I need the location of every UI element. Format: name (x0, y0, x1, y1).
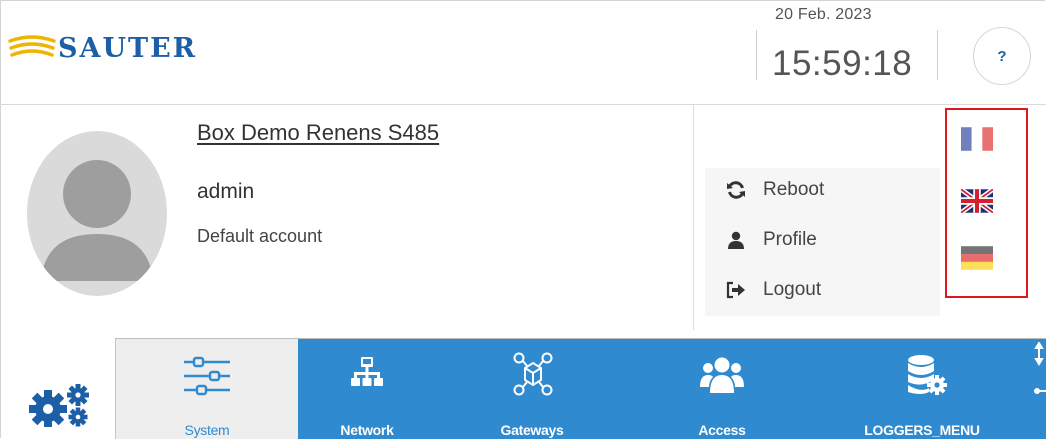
network-icon (351, 357, 383, 386)
german-flag-icon[interactable] (961, 246, 993, 270)
sauter-wave-icon (8, 35, 56, 57)
header-divider (756, 30, 757, 80)
main-nav: System Network Gateways Access LOGGERS_M… (115, 338, 1046, 439)
tab-access-label: Access (698, 422, 746, 438)
account-type: Default account (197, 226, 323, 246)
tab-network[interactable]: Network (297, 339, 437, 439)
avatar-silhouette-icon (41, 160, 153, 281)
gateway-icon (513, 352, 553, 396)
tab-loggers-menu-label: LOGGERS_MENU (864, 422, 980, 438)
tab-gateways-label: Gateways (500, 422, 564, 438)
tab-network-label: Network (340, 422, 394, 438)
sliders-icon (184, 356, 230, 396)
current-time: 15:59:18 (772, 44, 913, 83)
database-gear-icon (908, 355, 947, 395)
current-date: 20 Feb. 2023 (775, 6, 872, 23)
help-icon: ? (997, 47, 1007, 65)
user-icon (725, 229, 747, 251)
header: SAUTER 20 Feb. 2023 15:59:18 ? (0, 0, 1046, 105)
help-button[interactable]: ? (973, 27, 1031, 85)
tab-system-label: System (184, 422, 230, 438)
nav-scroll-arrow-icon[interactable] (1034, 342, 1046, 402)
profile-button[interactable]: Profile (725, 229, 817, 251)
language-selector (945, 108, 1028, 298)
avatar (27, 131, 167, 296)
account-actions: Reboot Profile Logout (705, 168, 940, 316)
username: admin (197, 180, 255, 203)
tab-gateways[interactable]: Gateways (437, 339, 627, 439)
reboot-icon (725, 179, 747, 201)
tab-loggers-menu[interactable]: LOGGERS_MENU (817, 339, 1027, 439)
logout-label: Logout (763, 279, 822, 300)
logout-button[interactable]: Logout (725, 279, 821, 301)
settings-gears-icon[interactable] (26, 383, 94, 432)
french-flag-icon[interactable] (961, 127, 993, 151)
users-icon (700, 357, 744, 393)
tab-access[interactable]: Access (627, 339, 817, 439)
uk-flag-icon[interactable] (961, 189, 993, 213)
tab-system[interactable]: System (115, 339, 298, 439)
logo-text: SAUTER (58, 32, 198, 64)
reboot-button[interactable]: Reboot (725, 179, 824, 201)
profile-label: Profile (763, 229, 817, 250)
reboot-label: Reboot (763, 179, 825, 200)
device-name-link[interactable]: Box Demo Renens S485 (197, 120, 439, 146)
sauter-logo[interactable]: SAUTER (8, 28, 197, 68)
logout-icon (725, 279, 747, 301)
profile-divider (693, 105, 694, 330)
header-divider (937, 30, 938, 80)
